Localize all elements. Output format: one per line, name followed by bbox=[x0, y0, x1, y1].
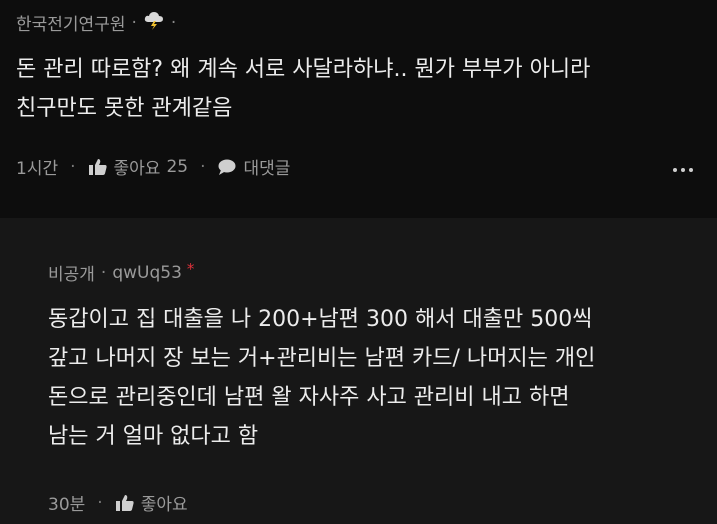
author-marker: * bbox=[186, 259, 195, 278]
cloud-lightning-icon bbox=[143, 10, 165, 35]
reply-body: 동갑이고 집 대출을 나 200+남편 300 해서 대출만 500씩 갚고 나… bbox=[48, 300, 595, 456]
thumbs-up-icon bbox=[88, 158, 107, 175]
reply-user-id: qwUq53 bbox=[112, 262, 182, 283]
comment-card: 한국전기연구원 · · 돈 관리 따로함? 왜 계속 서로 사달라하냐.. 뭔가… bbox=[0, 0, 717, 218]
comment-line: 친구만도 못한 관계같음 bbox=[16, 96, 233, 121]
separator-dot: · bbox=[200, 156, 206, 177]
thumbs-up-icon bbox=[115, 494, 134, 511]
reply-label: 대댓글 bbox=[243, 159, 291, 179]
comment-body: 돈 관리 따로함? 왜 계속 서로 사달라하냐.. 뭔가 부부가 아니라 친구만… bbox=[16, 50, 590, 128]
separator-dot: · bbox=[131, 12, 137, 33]
comment-author-row: 한국전기연구원 · · bbox=[16, 10, 182, 35]
separator-dot: · bbox=[170, 12, 177, 33]
reply-actions: 30분 · 좋아요 bbox=[48, 490, 188, 516]
like-button[interactable]: 좋아요 bbox=[115, 490, 188, 515]
comment-line: 돈 관리 따로함? 왜 계속 서로 사달라하냐.. 뭔가 부부가 아니라 bbox=[16, 57, 591, 82]
like-label: 좋아요 bbox=[140, 495, 188, 515]
reply-time: 30분 bbox=[48, 495, 86, 515]
reply-button[interactable]: 대댓글 bbox=[217, 154, 290, 179]
reply-card: 비공개 · qwUq53 * 동갑이고 집 대출을 나 200+남편 300 해… bbox=[0, 218, 717, 524]
like-count: 25 bbox=[166, 156, 189, 177]
reply-author-row: 비공개 · qwUq53 * bbox=[48, 259, 195, 286]
separator-dot: · bbox=[97, 492, 103, 513]
reply-line: 남는 거 얼마 없다고 함 bbox=[48, 424, 259, 449]
reply-line: 돈으로 관리중인데 남편 왈 자사주 사고 관리비 내고 하면 bbox=[48, 385, 570, 410]
like-button[interactable]: 좋아요 25 bbox=[88, 154, 189, 179]
reply-line: 갚고 나머지 장 보는 거+관리비는 남편 카드/ 나머지는 개인 bbox=[48, 346, 596, 371]
reply-line: 동갑이고 집 대출을 나 200+남편 300 해서 대출만 500씩 bbox=[48, 307, 593, 332]
comment-author-name[interactable]: 한국전기연구원 bbox=[16, 10, 125, 35]
comment-time: 1시간 bbox=[16, 159, 59, 179]
speech-bubble-icon bbox=[218, 159, 236, 175]
comment-actions: 1시간 · 좋아요 25 · 대댓글 bbox=[16, 154, 290, 180]
more-dots-icon[interactable] bbox=[673, 168, 693, 172]
separator-dot: · bbox=[100, 262, 107, 283]
reply-author-name[interactable]: 비공개 bbox=[48, 260, 95, 285]
separator-dot: · bbox=[70, 156, 76, 177]
like-label: 좋아요 bbox=[113, 159, 161, 179]
